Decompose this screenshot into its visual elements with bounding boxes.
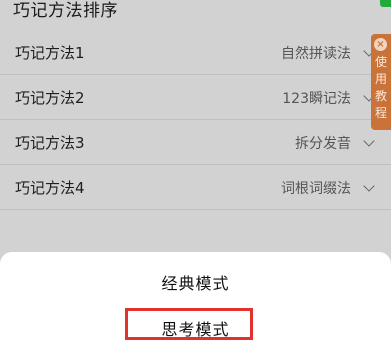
- tutorial-tab[interactable]: × 使用教程: [371, 34, 391, 130]
- list-item-method-1[interactable]: 巧记方法1 自然拼读法: [0, 30, 391, 75]
- chevron-down-icon[interactable]: [363, 135, 375, 147]
- header-action-button[interactable]: [380, 0, 391, 7]
- row-value: 自然拼读法: [281, 46, 351, 62]
- header: 巧记方法排序: [0, 0, 391, 30]
- row-label: 巧记方法1: [15, 44, 85, 62]
- classic-mode-option[interactable]: 经典模式: [0, 270, 391, 294]
- row-label: 巧记方法4: [15, 179, 85, 197]
- list-item-method-4[interactable]: 巧记方法4 词根词缀法: [0, 165, 391, 210]
- list-item-method-2[interactable]: 巧记方法2 123瞬记法: [0, 75, 391, 120]
- row-label: 巧记方法3: [15, 134, 85, 152]
- mode-bottom-sheet: 经典模式 思考模式: [0, 252, 391, 354]
- row-value: 123瞬记法: [282, 91, 351, 107]
- tutorial-label: 使用教程: [374, 55, 387, 120]
- thinking-mode-option[interactable]: 思考模式: [0, 316, 391, 340]
- close-icon[interactable]: ×: [374, 38, 387, 51]
- row-value: 词根词缀法: [281, 181, 351, 197]
- row-value: 拆分发音: [295, 136, 351, 152]
- list-item-method-3[interactable]: 巧记方法3 拆分发音: [0, 120, 391, 165]
- row-label: 巧记方法2: [15, 89, 85, 107]
- method-list: 巧记方法1 自然拼读法 巧记方法2 123瞬记法 巧记方法3 拆分发音 巧记方法…: [0, 30, 391, 210]
- chevron-down-icon[interactable]: [363, 180, 375, 192]
- page-title: 巧记方法排序: [13, 1, 118, 21]
